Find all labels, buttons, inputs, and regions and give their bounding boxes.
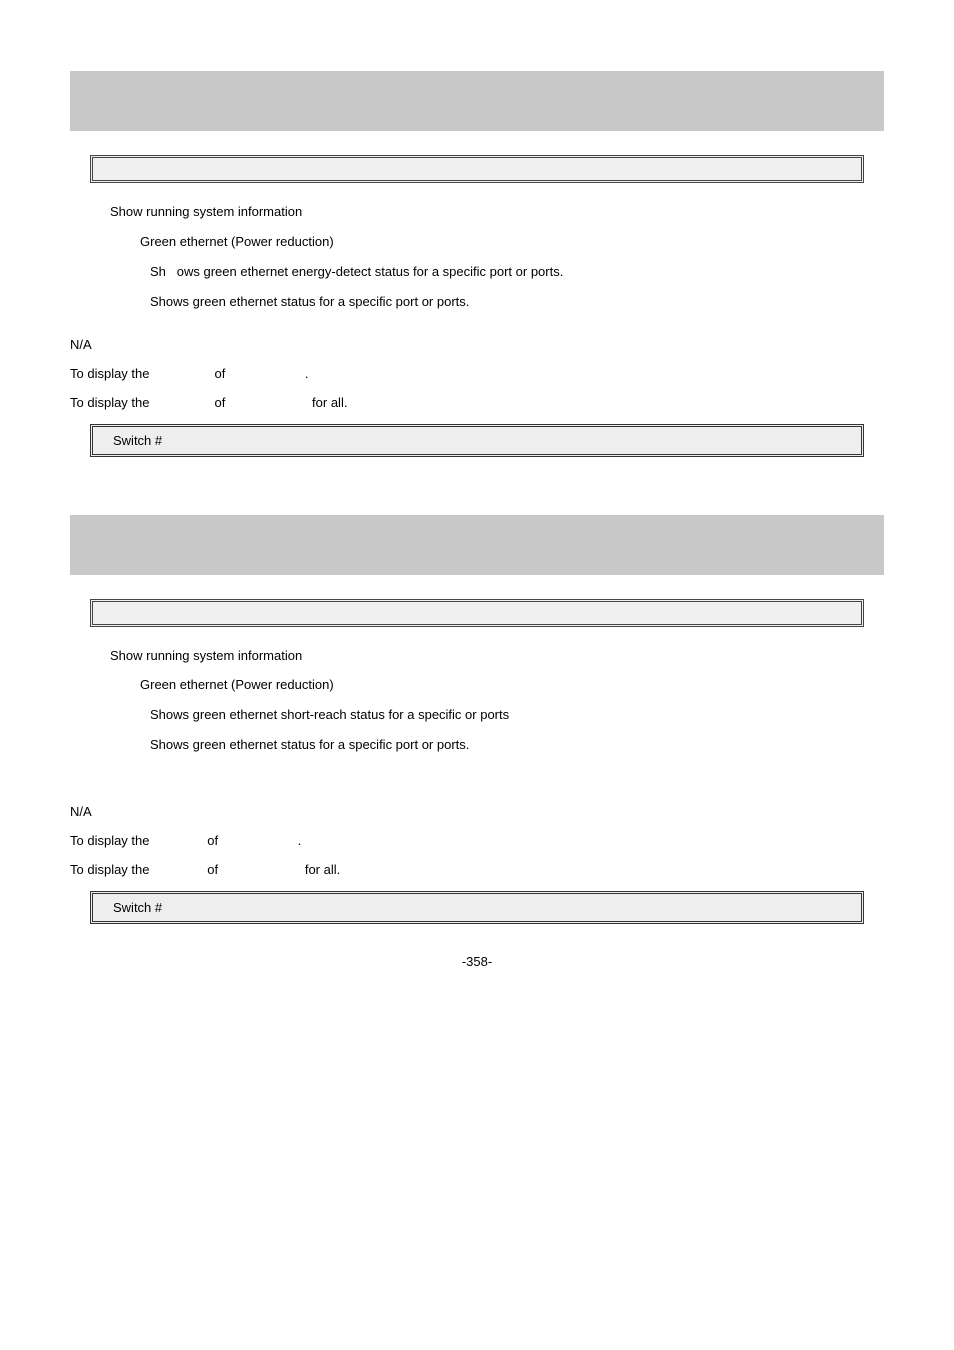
example-text-2: Switch #	[113, 900, 162, 915]
param-interface-desc: Shows green ethernet status for a specif…	[150, 287, 469, 317]
command-syntax-box-2	[90, 599, 864, 627]
param-energy-desc: ows green ethernet energy-detect status …	[177, 257, 564, 287]
command-syntax-box-1	[90, 155, 864, 183]
page-number: -358-	[70, 954, 884, 969]
usage-line-2a: To display the of .	[70, 833, 884, 848]
example-box-2: Switch #	[90, 891, 864, 924]
param2-green-desc: Green ethernet (Power reduction)	[140, 670, 334, 700]
parameter-list-1: Show running system information Green et…	[90, 197, 864, 317]
usage-line-2b: To display the of for all.	[70, 862, 884, 877]
example-box-1: Switch #	[90, 424, 864, 457]
example-text-1: Switch #	[113, 433, 162, 448]
parameter-list-2: Show running system information Green et…	[90, 641, 864, 761]
param-show-desc: Show running system information	[110, 197, 302, 227]
usage-line-1a: To display the of .	[70, 366, 884, 381]
param-green-desc: Green ethernet (Power reduction)	[140, 227, 334, 257]
param2-short-desc: Shows green ethernet short-reach status …	[150, 700, 509, 730]
default-value-2: N/A	[70, 804, 884, 819]
param2-show-desc: Show running system information	[110, 641, 302, 671]
usage-line-1b: To display the of for all.	[70, 395, 884, 410]
section-header-2	[70, 515, 884, 575]
default-value-1: N/A	[70, 337, 884, 352]
section-header-1	[70, 71, 884, 131]
param-energy-pre: Sh	[150, 257, 166, 287]
param2-interface-desc: Shows green ethernet status for a specif…	[150, 730, 469, 760]
